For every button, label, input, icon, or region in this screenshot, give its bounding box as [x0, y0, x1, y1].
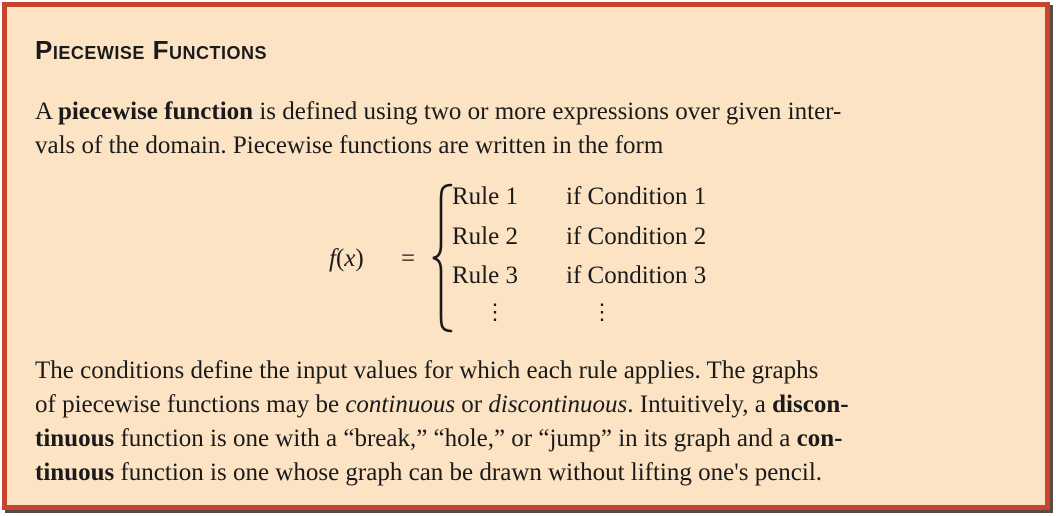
body-text: . Intuitively, a — [627, 391, 773, 418]
close-paren: ) — [355, 245, 364, 272]
body-text: function is one whose graph can be drawn… — [114, 459, 823, 486]
rule-label: Rule 1 — [452, 183, 518, 210]
intro-paragraph: A piecewise function is defined using tw… — [35, 95, 1025, 163]
term-discontinuous-bold: discon- — [772, 391, 849, 418]
body-line-1: The conditions define the input values f… — [35, 357, 819, 384]
term-piecewise-function: piecewise function — [57, 98, 254, 125]
function-name: f — [329, 245, 336, 272]
definition-box: Piecewise Functions A piecewise function… — [2, 2, 1050, 510]
term-discontinuous: discontinuous — [488, 391, 628, 418]
term-discontinuous-bold: tinuous — [35, 425, 115, 452]
condition-label: if Condition 3 — [566, 262, 707, 289]
term-continuous-bold: con- — [796, 425, 843, 452]
rule-label: Rule 2 — [452, 223, 518, 250]
equals-sign: = — [401, 245, 416, 272]
intro-text-3: vals of the domain. Piecewise functions … — [35, 132, 664, 159]
piecewise-formula: f(x) = Rule 1 if Condition 1 Rule 2 if C… — [7, 177, 1047, 337]
body-paragraph: The conditions define the input values f… — [35, 354, 1025, 490]
formula-lhs: f(x) — [329, 245, 364, 273]
body-text: or — [455, 391, 489, 418]
term-continuous: continuous — [345, 391, 456, 418]
intro-text-1: A — [35, 98, 58, 125]
term-continuous-bold: tinuous — [35, 459, 115, 486]
rule-vdots: ⋮ — [484, 299, 506, 324]
box-heading: Piecewise Functions — [35, 35, 267, 65]
rule-label: Rule 3 — [452, 262, 518, 289]
body-text: of piecewise functions may be — [35, 391, 346, 418]
condition-label: if Condition 2 — [566, 223, 707, 250]
condition-vdots: ⋮ — [591, 299, 613, 324]
left-brace-icon — [432, 183, 453, 333]
function-variable: x — [344, 245, 356, 272]
condition-label: if Condition 1 — [566, 183, 707, 210]
body-text: function is one with a “break,” “hole,” … — [114, 425, 797, 452]
intro-text-2: is defined using two or more expressions… — [253, 98, 842, 125]
